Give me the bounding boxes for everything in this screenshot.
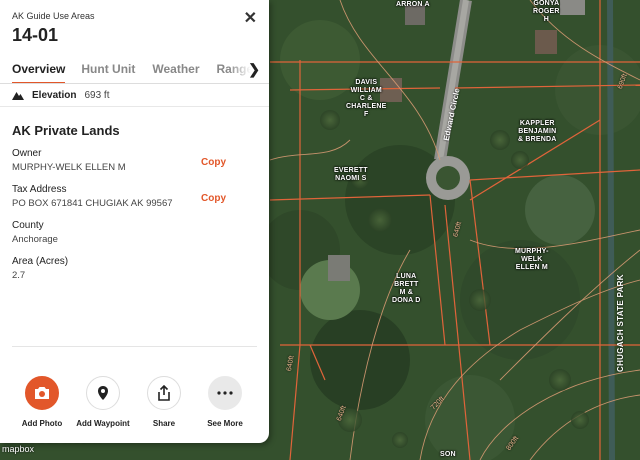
owner-field: Owner MURPHY-WELK ELLEN M Copy <box>0 148 269 173</box>
owner-label-son: SON <box>440 451 456 458</box>
owner-label-luna: LUNA BRETT M & DONA D <box>392 273 421 304</box>
tax-address-field: Tax Address PO BOX 671841 CHUGIAK AK 995… <box>0 184 269 209</box>
info-panel: AK Guide Use Areas 14-01 ✕ Overview Hunt … <box>0 0 269 443</box>
add-photo-label: Add Photo <box>21 419 63 428</box>
close-icon[interactable]: ✕ <box>244 8 257 28</box>
layer-breadcrumb: AK Guide Use Areas <box>12 11 95 21</box>
mountain-icon <box>12 92 24 100</box>
share-icon <box>158 385 170 401</box>
share-button[interactable]: Share <box>129 376 199 428</box>
owner-label-arron: ARRON A <box>396 1 430 8</box>
elevation-label: Elevation <box>32 89 77 101</box>
elevation-row: Elevation 693 ft <box>0 84 269 107</box>
county-field: County Anchorage <box>0 220 269 245</box>
divider <box>12 346 257 347</box>
tab-overview[interactable]: Overview <box>12 57 66 83</box>
park-label: CHUGACH STATE PARK <box>616 274 625 372</box>
copy-owner-button[interactable]: Copy <box>201 157 226 168</box>
panel-tabs: OverviewHunt UnitWeatherRange Ra ❯ <box>0 57 269 84</box>
county-value: Anchorage <box>12 234 58 245</box>
chevron-right-icon[interactable]: ❯ <box>248 61 260 78</box>
add-waypoint-button[interactable]: Add Waypoint <box>68 376 138 428</box>
camera-icon <box>35 387 49 399</box>
owner-label-gonya: GONYA ROGER H <box>533 0 560 23</box>
area-label: Area (Acres) <box>12 256 69 267</box>
unit-title: 14-01 <box>12 25 59 45</box>
see-more-button[interactable]: See More <box>190 376 260 428</box>
owner-label-davis: DAVIS WILLIAM C & CHARLENE F <box>346 79 387 118</box>
share-label: Share <box>152 419 176 428</box>
see-more-label: See More <box>207 419 243 428</box>
action-bar: Add Photo Add Waypoint Share See More <box>0 376 269 428</box>
county-label: County <box>12 220 44 231</box>
owner-label-kappler: KAPPLER BENJAMIN & BRENDA <box>518 120 557 143</box>
elevation-value: 693 ft <box>84 89 110 101</box>
copy-tax-address-button[interactable]: Copy <box>201 193 226 204</box>
section-title: AK Private Lands <box>12 123 120 138</box>
mapbox-attribution[interactable]: mapbox <box>2 444 34 454</box>
tab-hunt-unit[interactable]: Hunt Unit <box>81 57 135 82</box>
location-pin-icon <box>98 386 108 400</box>
owner-label-murphy: MURPHY- WELK ELLEN M <box>515 248 549 271</box>
area-value: 2.7 <box>12 270 26 281</box>
tab-weather[interactable]: Weather <box>152 57 199 82</box>
more-dots-icon <box>217 391 233 395</box>
area-field: Area (Acres) 2.7 <box>0 256 269 281</box>
owner-label-everett: EVERETT NAOMI S <box>334 167 368 182</box>
add-waypoint-label: Add Waypoint <box>76 419 130 428</box>
add-photo-button[interactable]: Add Photo <box>7 376 77 428</box>
